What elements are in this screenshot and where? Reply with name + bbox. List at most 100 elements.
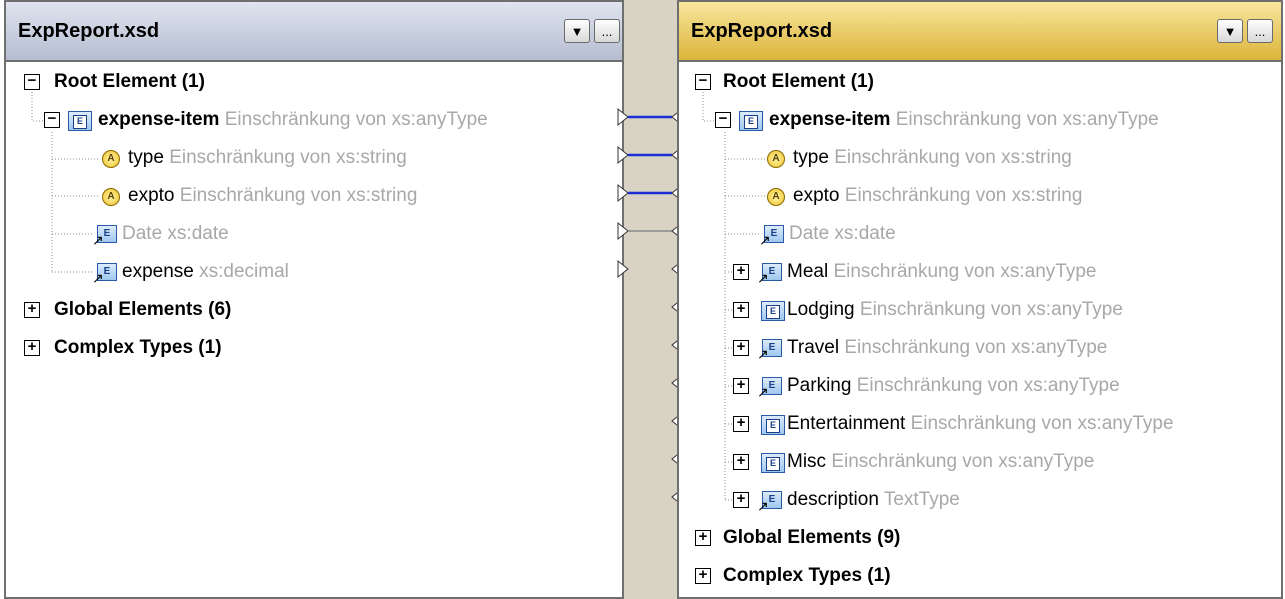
tree-node-lodging[interactable]: + E Lodging Einschränkung von xs:anyType <box>679 292 1281 330</box>
tree-node-date[interactable]: E ↗ Date xs:date <box>679 216 1281 254</box>
node-name: description <box>787 489 879 510</box>
left-schema-panel: ExpReport.xsd ▼ ... − Root Element (1) −… <box>4 0 624 599</box>
node-name: Misc <box>787 451 827 472</box>
node-type: Einschränkung von xs:string <box>169 147 407 168</box>
node-text: description TextType <box>787 489 960 511</box>
node-text: Entertainment Einschränkung von xs:anyTy… <box>787 413 1174 435</box>
element-icon: E <box>761 415 785 435</box>
expand-icon[interactable]: + <box>733 377 749 394</box>
node-text: expto Einschränkung von xs:string <box>128 185 417 207</box>
tree-node-entertainment[interactable]: + E Entertainment Einschränkung von xs:a… <box>679 406 1281 444</box>
node-name: Meal <box>787 261 829 282</box>
right-panel-title: ExpReport.xsd <box>691 20 833 42</box>
tree-node-type-attribute[interactable]: A type Einschränkung von xs:string <box>6 140 622 178</box>
collapse-icon[interactable]: − <box>44 111 60 128</box>
expand-icon[interactable]: + <box>733 453 749 470</box>
node-text: expense-item Einschränkung von xs:anyTyp… <box>769 109 1159 131</box>
node-label: Global Elements (6) <box>54 299 232 320</box>
right-schema-panel: ExpReport.xsd ▼ ... − Root Element (1) −… <box>677 0 1283 599</box>
tree-node-global-elements[interactable]: + Global Elements (9) <box>679 520 1281 558</box>
tree-node-travel[interactable]: + E ↗ Travel Einschränkung von xs:anyType <box>679 330 1281 368</box>
node-name: type <box>793 147 829 168</box>
node-name: expense-item <box>98 109 220 130</box>
more-options-button[interactable]: ... <box>1247 19 1273 43</box>
element-reference-icon: E ↗ <box>757 491 783 513</box>
node-type: Einschränkung von xs:anyType <box>833 261 1097 282</box>
tree-node-expense-item[interactable]: − E expense-item Einschränkung von xs:an… <box>6 102 622 140</box>
node-type: Date xs:date <box>789 223 896 244</box>
node-type: Einschränkung von xs:anyType <box>224 109 488 130</box>
element-icon: E <box>68 111 92 131</box>
left-connector-handle[interactable] <box>617 107 629 127</box>
right-schema-tree: − Root Element (1) − E expense-item Eins… <box>679 64 1281 597</box>
tree-node-description[interactable]: + E ↗ description TextType <box>679 482 1281 520</box>
expand-icon[interactable]: + <box>733 301 749 318</box>
expand-icon[interactable]: + <box>733 339 749 356</box>
collapse-icon[interactable]: − <box>695 73 711 90</box>
node-name: expense-item <box>769 109 891 130</box>
chevron-down-icon: ▼ <box>1223 23 1237 39</box>
node-type: Einschränkung von xs:anyType <box>844 337 1108 358</box>
node-name: expto <box>128 185 175 206</box>
element-reference-icon: E ↗ <box>757 377 783 399</box>
tree-node-misc[interactable]: + E Misc Einschränkung von xs:anyType <box>679 444 1281 482</box>
node-name: expto <box>793 185 840 206</box>
node-name: Parking <box>787 375 852 396</box>
expand-icon[interactable]: + <box>695 567 711 584</box>
tree-node-global-elements[interactable]: + Global Elements (6) <box>6 292 622 330</box>
node-text: Meal Einschränkung von xs:anyType <box>787 261 1096 283</box>
left-panel-header: ExpReport.xsd ▼ ... <box>6 2 622 62</box>
attribute-icon: A <box>102 150 120 168</box>
left-panel-title: ExpReport.xsd <box>18 20 160 42</box>
node-name: expense <box>122 261 194 282</box>
tree-node-expense-item[interactable]: − E expense-item Einschränkung von xs:an… <box>679 102 1281 140</box>
node-type: Einschränkung von xs:anyType <box>831 451 1095 472</box>
node-text: expense-item Einschränkung von xs:anyTyp… <box>98 109 488 131</box>
left-connector-handle[interactable] <box>617 183 629 203</box>
node-text: expense xs:decimal <box>122 261 289 283</box>
node-type: Einschränkung von xs:anyType <box>895 109 1159 130</box>
attribute-icon: A <box>767 188 785 206</box>
node-type: TextType <box>883 489 960 510</box>
expand-icon[interactable]: + <box>733 415 749 432</box>
node-type: Einschränkung von xs:anyType <box>910 413 1174 434</box>
collapse-icon[interactable]: − <box>24 73 40 90</box>
expand-icon[interactable]: + <box>24 339 40 356</box>
dropdown-button[interactable]: ▼ <box>564 19 590 43</box>
collapse-icon[interactable]: − <box>715 111 731 128</box>
element-reference-icon: E ↗ <box>757 339 783 361</box>
node-type: Date xs:date <box>122 223 229 244</box>
tree-node-expto-attribute[interactable]: A expto Einschränkung von xs:string <box>6 178 622 216</box>
tree-node-expto-attribute[interactable]: A expto Einschränkung von xs:string <box>679 178 1281 216</box>
tree-node-parking[interactable]: + E ↗ Parking Einschränkung von xs:anyTyp… <box>679 368 1281 406</box>
node-text: expto Einschränkung von xs:string <box>793 185 1082 207</box>
attribute-icon: A <box>102 188 120 206</box>
left-connector-handle[interactable] <box>617 145 629 165</box>
element-reference-icon: E ↗ <box>92 263 118 285</box>
node-type: Einschränkung von xs:string <box>179 185 418 206</box>
node-text: type Einschränkung von xs:string <box>793 147 1072 169</box>
element-reference-icon: E ↗ <box>92 225 118 247</box>
tree-node-root-element[interactable]: − Root Element (1) <box>679 64 1281 102</box>
tree-node-date[interactable]: E ↗ Date xs:date <box>6 216 622 254</box>
expand-icon[interactable]: + <box>24 301 40 318</box>
node-type: Einschränkung von xs:string <box>844 185 1083 206</box>
expand-icon[interactable]: + <box>733 263 749 280</box>
chevron-down-icon: ▼ <box>570 23 584 39</box>
dropdown-button[interactable]: ▼ <box>1217 19 1243 43</box>
tree-node-complex-types[interactable]: + Complex Types (1) <box>679 558 1281 596</box>
element-icon: E <box>761 301 785 321</box>
left-connector-handle[interactable] <box>617 259 629 279</box>
attribute-icon: A <box>767 150 785 168</box>
tree-node-expense[interactable]: E ↗ expense xs:decimal <box>6 254 622 292</box>
tree-node-root-element[interactable]: − Root Element (1) <box>6 64 622 102</box>
left-connector-handle[interactable] <box>617 221 629 241</box>
expand-icon[interactable]: + <box>695 529 711 546</box>
node-name: Travel <box>787 337 840 358</box>
node-type: Einschränkung von xs:anyType <box>856 375 1120 396</box>
tree-node-meal[interactable]: + E ↗ Meal Einschränkung von xs:anyType <box>679 254 1281 292</box>
node-text: Parking Einschränkung von xs:anyType <box>787 375 1120 397</box>
tree-node-complex-types[interactable]: + Complex Types (1) <box>6 330 622 368</box>
expand-icon[interactable]: + <box>733 491 749 508</box>
tree-node-type-attribute[interactable]: A type Einschränkung von xs:string <box>679 140 1281 178</box>
